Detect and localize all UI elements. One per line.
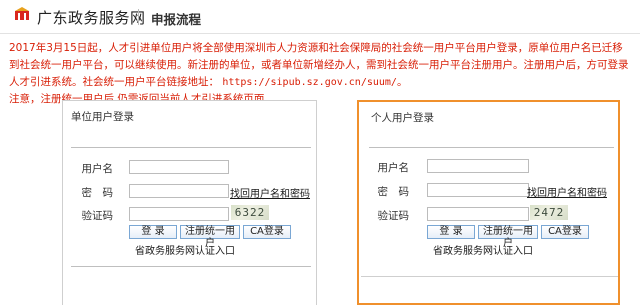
- unit-password-label: 密 码: [81, 187, 114, 199]
- site-title[interactable]: 广东政务服务网: [37, 7, 146, 28]
- notice-text: 2017年3月15日起，人才引进单位用户将全部使用深圳市人力资源和社会保障局的社…: [9, 40, 633, 108]
- personal-password-input[interactable]: [427, 183, 529, 197]
- personal-login-title: 个人用户登录: [371, 112, 434, 124]
- personal-register-button[interactable]: 注册统一用户: [478, 225, 538, 249]
- unit-ca-login-button[interactable]: CA登录: [243, 225, 291, 239]
- unit-login-box: 单位用户登录 用户名 密 码 找回用户名和密码 验证码 6322 登 录 注册统…: [62, 100, 317, 305]
- platform-link[interactable]: https://sipub.sz.gov.cn/suum/: [222, 77, 397, 88]
- personal-login-box: 个人用户登录 用户名 密 码 找回用户名和密码 验证码 2472 登 录 注册统…: [361, 102, 618, 277]
- unit-recover-link[interactable]: 找回用户名和密码: [230, 185, 310, 200]
- unit-header-divider: [71, 147, 311, 148]
- personal-header-divider: [369, 147, 614, 148]
- unit-login-panel: 单位用户登录 用户名 密 码 找回用户名和密码 验证码 6322 登 录 注册统…: [52, 100, 318, 305]
- personal-login-button[interactable]: 登 录: [427, 225, 475, 239]
- unit-login-button[interactable]: 登 录: [129, 225, 177, 239]
- unit-captcha-image[interactable]: 6322: [231, 205, 269, 220]
- personal-password-label: 密 码: [377, 186, 410, 198]
- header-divider: [138, 9, 139, 25]
- unit-username-label: 用户名: [81, 163, 114, 175]
- personal-ca-login-button[interactable]: CA登录: [541, 225, 589, 239]
- unit-username-input[interactable]: [129, 160, 229, 174]
- unit-login-title: 单位用户登录: [71, 111, 134, 123]
- guangdong-logo-icon: [15, 7, 29, 20]
- unit-captcha-input[interactable]: [129, 207, 229, 221]
- unit-register-button[interactable]: 注册统一用户: [180, 225, 240, 249]
- personal-username-input[interactable]: [427, 159, 529, 173]
- page-title: 申报流程: [151, 12, 202, 27]
- personal-recover-link[interactable]: 找回用户名和密码: [527, 184, 607, 199]
- unit-password-input[interactable]: [129, 184, 229, 198]
- top-header: 广东政务服务网 申报流程: [0, 0, 640, 34]
- notice-url-tail: 。: [396, 76, 408, 88]
- personal-captcha-input[interactable]: [427, 207, 529, 221]
- personal-captcha-label: 验证码: [377, 210, 410, 222]
- personal-portal-auth-link[interactable]: 省政务服务网认证入口: [433, 242, 533, 257]
- unit-captcha-label: 验证码: [81, 210, 114, 222]
- personal-login-panel: 个人用户登录 用户名 密 码 找回用户名和密码 验证码 2472 登 录 注册统…: [357, 100, 620, 305]
- personal-captcha-image[interactable]: 2472: [530, 205, 568, 220]
- unit-footer-divider: [71, 266, 311, 267]
- unit-portal-auth-link[interactable]: 省政务服务网认证入口: [135, 242, 235, 257]
- personal-username-label: 用户名: [377, 162, 410, 174]
